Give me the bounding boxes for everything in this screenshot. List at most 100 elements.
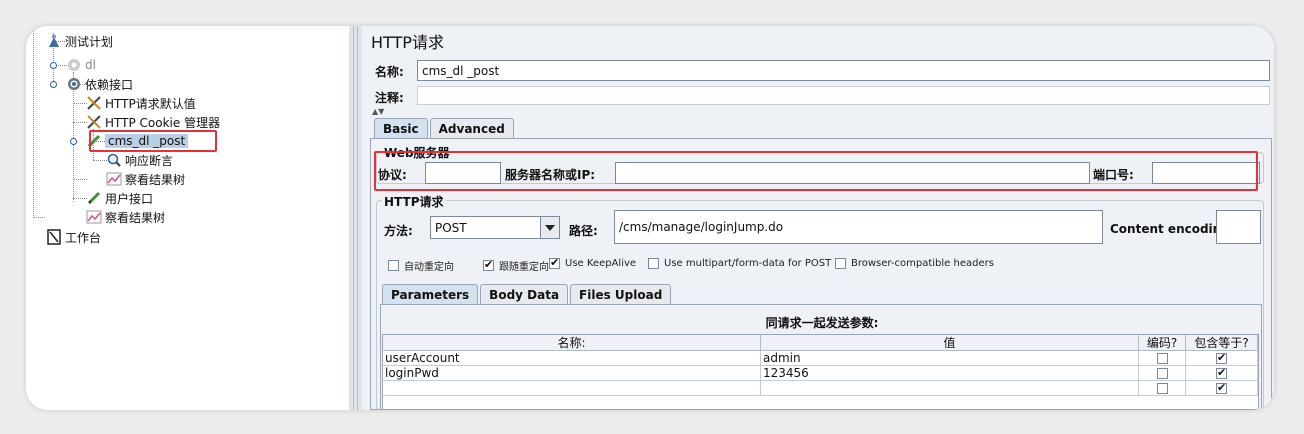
path-label: 路径: [569, 224, 598, 238]
checkbox-box[interactable] [1156, 367, 1168, 379]
tab-body-data[interactable]: Body Data [480, 284, 569, 304]
checkbox-label: Browser-compatible headers [851, 258, 994, 269]
tree-line [73, 198, 87, 199]
tree-line [33, 26, 34, 218]
param-encode-cell[interactable] [1139, 366, 1186, 381]
highlight-box-web-server [374, 151, 1258, 191]
http-request-title: HTTP请求 [382, 193, 446, 210]
tree-node-label: 察看结果树 [105, 210, 166, 225]
panel-splitter[interactable] [349, 26, 362, 410]
param-include-equals-cell[interactable] [1186, 351, 1258, 366]
tree-node-label: 测试计划 [65, 34, 114, 49]
param-encode-cell[interactable] [1139, 351, 1186, 366]
tree-line [33, 217, 45, 218]
checkbox-box[interactable] [1216, 366, 1227, 379]
column-header-value[interactable]: 值 [761, 335, 1139, 351]
http-request-panel: HTTP请求 名称: cms_dl _post 注释: ▲▼ Basic Adv… [362, 26, 1274, 410]
param-value-cell[interactable]: admin [761, 351, 1139, 366]
checkbox-box[interactable] [1216, 351, 1227, 364]
tree-node-dl[interactable]: dl [66, 56, 96, 74]
tree-node-cookie-manager[interactable]: HTTP Cookie 管理器 [86, 113, 220, 131]
param-encode-cell[interactable] [1139, 381, 1186, 396]
tree-node-label: HTTP Cookie 管理器 [105, 115, 221, 130]
param-name-cell[interactable] [383, 381, 761, 396]
method-label: 方法: [384, 224, 413, 238]
wrench-icon [86, 95, 102, 111]
column-header-name[interactable]: 名称: [383, 335, 761, 351]
params-caption: 同请求一起发送参数: [765, 316, 879, 330]
comment-label: 注释: [375, 91, 404, 105]
tree-line [93, 160, 107, 161]
name-label: 名称: [375, 65, 404, 79]
follow-redirect-auto-checkbox[interactable]: 自动重定向 [388, 258, 454, 273]
comment-input[interactable] [417, 86, 1270, 105]
tree-node-label: HTTP请求默认值 [105, 96, 196, 111]
checkbox-box[interactable] [388, 260, 399, 271]
tree-node-results-tree-2[interactable]: 察看结果树 [86, 208, 165, 226]
tree-node-label: 用户接口 [105, 191, 154, 206]
sampler-pen-icon [86, 190, 102, 206]
browser-compatible-checkbox[interactable]: Browser-compatible headers [835, 258, 994, 269]
params-table: 名称: 值 编码? 包含等于? userAccount admin loginP… [382, 334, 1259, 410]
checkbox-box[interactable] [549, 256, 560, 269]
param-name-cell[interactable]: userAccount [383, 351, 761, 366]
tree-node-http-defaults[interactable]: HTTP请求默认值 [86, 94, 196, 112]
tree-node-user-interface[interactable]: 用户接口 [86, 189, 153, 207]
chart-icon [86, 209, 102, 225]
chevron-down-icon [545, 224, 555, 231]
tree-node-label: 工作台 [65, 230, 102, 245]
highlight-box-selected-node [89, 130, 217, 152]
test-plan-icon [46, 33, 62, 49]
checkbox-box[interactable] [483, 258, 494, 271]
tree-node-label: 依赖接口 [85, 77, 134, 92]
column-header-encode[interactable]: 编码? [1139, 335, 1186, 351]
keepalive-checkbox[interactable]: Use KeepAlive [549, 256, 637, 269]
wrench-icon [86, 114, 102, 130]
tab-basic[interactable]: Basic [374, 118, 428, 138]
gear-icon [66, 76, 82, 92]
tab-advanced[interactable]: Advanced [429, 118, 514, 138]
parameters-tab-bar: Parameters Body Data Files Upload [382, 284, 673, 304]
tree-node-response-assertion[interactable]: 响应断言 [106, 151, 173, 169]
chart-icon [106, 171, 122, 187]
test-plan-tree[interactable]: 测试计划 dl 依赖接口 HTTP请求默认值 HTTP Cookie 管理器 c… [26, 26, 349, 410]
param-name-cell[interactable]: loginPwd [383, 366, 761, 381]
tree-node-dependency-interface[interactable]: 依赖接口 [66, 75, 133, 93]
checkbox-box[interactable] [1156, 382, 1168, 394]
checkbox-label: Use multipart/form-data for POST [664, 258, 832, 269]
expand-toggle-icon[interactable] [70, 138, 77, 145]
dropdown-arrow-button[interactable] [540, 217, 559, 238]
tree-line [73, 179, 87, 180]
name-input[interactable]: cms_dl _post [417, 60, 1270, 81]
tab-files-upload[interactable]: Files Upload [570, 284, 672, 304]
expand-toggle-icon[interactable] [50, 81, 57, 88]
checkbox-box[interactable] [835, 258, 846, 269]
tree-node-label: 察看结果树 [125, 172, 186, 187]
column-header-include-equals[interactable]: 包含等于? [1186, 335, 1258, 351]
checkbox-box[interactable] [1156, 352, 1168, 364]
gear-icon [66, 57, 82, 73]
expand-toggle-icon[interactable] [50, 62, 57, 69]
path-input[interactable]: /cms/manage/loginJump.do [614, 210, 1103, 244]
param-value-cell[interactable]: 123456 [761, 366, 1139, 381]
tab-bar: Basic Advanced [374, 118, 516, 138]
tab-parameters[interactable]: Parameters [382, 284, 479, 304]
multipart-checkbox[interactable]: Use multipart/form-data for POST [648, 258, 831, 269]
method-select[interactable]: POST [430, 216, 560, 239]
param-include-equals-cell[interactable] [1186, 366, 1258, 381]
checkbox-label: Use KeepAlive [565, 258, 637, 269]
workbench-icon [46, 229, 62, 245]
collapse-divider-icon[interactable]: ▲▼ [372, 107, 392, 116]
tree-node-test-plan[interactable]: 测试计划 [46, 32, 113, 50]
checkbox-box[interactable] [1216, 381, 1227, 394]
checkbox-box[interactable] [648, 258, 659, 269]
page-title: HTTP请求 [371, 33, 444, 52]
method-value: POST [435, 220, 467, 235]
tree-node-results-tree[interactable]: 察看结果树 [106, 170, 185, 188]
param-value-cell[interactable] [761, 381, 1139, 396]
checkbox-label: 跟随重定向 [499, 262, 549, 273]
follow-redirects-checkbox[interactable]: 跟随重定向 [483, 258, 549, 273]
param-include-equals-cell[interactable] [1186, 381, 1258, 396]
tree-node-workbench[interactable]: 工作台 [46, 228, 101, 246]
content-encoding-input[interactable] [1216, 210, 1261, 244]
